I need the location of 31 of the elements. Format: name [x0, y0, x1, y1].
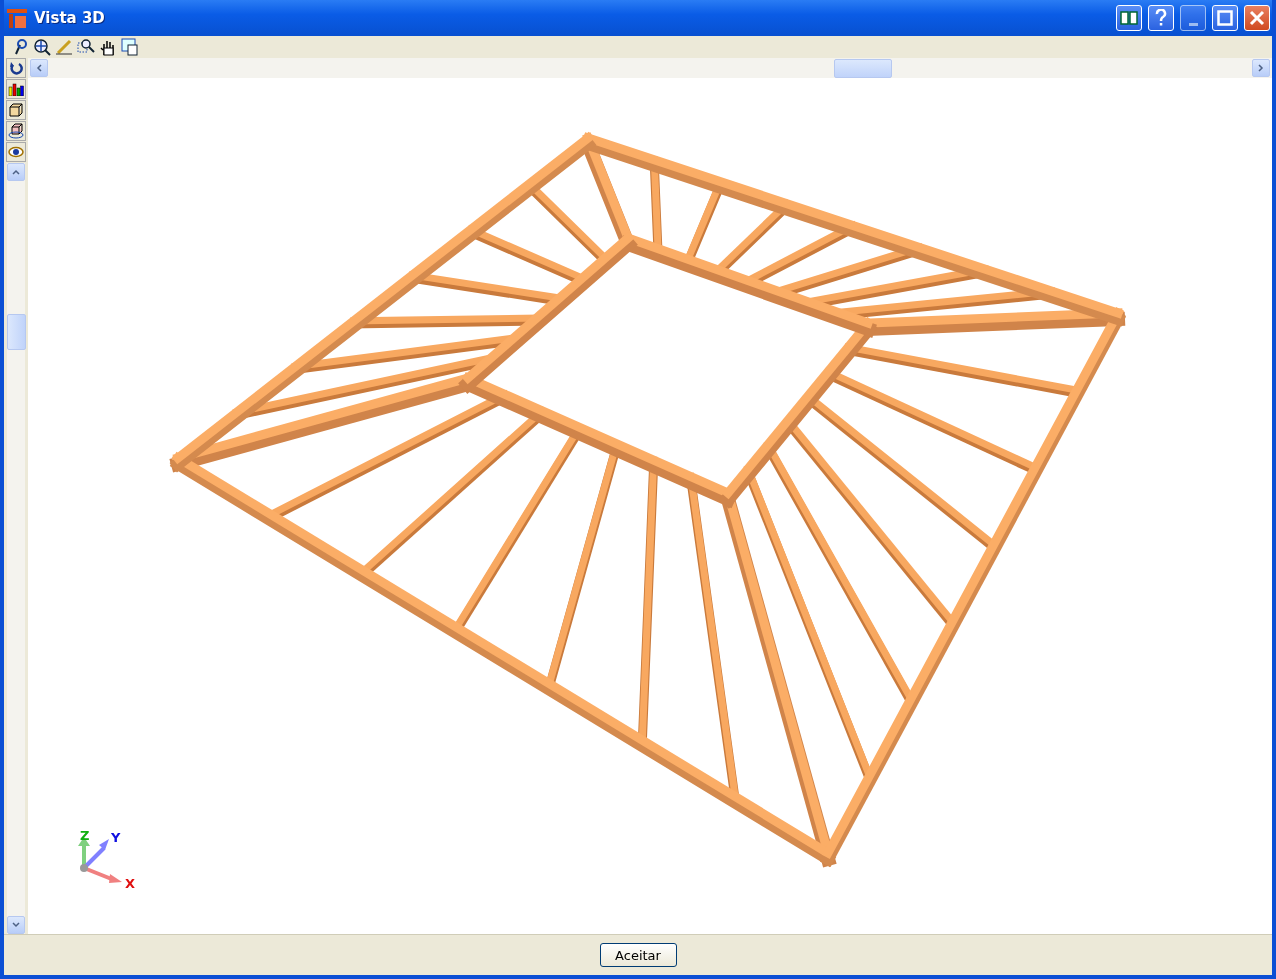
- cube-icon[interactable]: [6, 100, 26, 120]
- maximize-button[interactable]: [1212, 5, 1238, 31]
- book-icon: [1120, 10, 1138, 26]
- chevron-right-icon: [1258, 64, 1264, 72]
- maximize-icon: [1217, 10, 1233, 26]
- scroll-thumb[interactable]: [6, 314, 26, 350]
- z-axis-label: Z: [80, 830, 90, 843]
- minimize-icon: [1188, 22, 1198, 26]
- x-axis-label: X: [125, 876, 136, 891]
- bar-chart-icon[interactable]: [6, 79, 26, 99]
- scroll-thumb[interactable]: [834, 59, 892, 78]
- close-icon: [1249, 10, 1265, 26]
- 3d-viewport[interactable]: Z Y X: [28, 78, 1272, 934]
- chevron-down-icon: [12, 922, 20, 928]
- manual-button[interactable]: [1116, 5, 1142, 31]
- undo-icon[interactable]: [6, 58, 26, 78]
- zoom-extents-icon[interactable]: [32, 37, 52, 57]
- rotating-cube-icon[interactable]: [6, 121, 26, 141]
- minimize-button[interactable]: [1180, 5, 1206, 31]
- vertical-scrollbar[interactable]: [7, 163, 25, 934]
- question-mark-icon: [1155, 9, 1167, 27]
- close-button[interactable]: [1244, 5, 1270, 31]
- accept-button[interactable]: Aceitar: [599, 943, 677, 967]
- app-icon: [6, 7, 28, 29]
- y-axis-label: Y: [111, 830, 121, 845]
- horizontal-scrollbar[interactable]: [28, 58, 1272, 78]
- window-title: Vista 3D: [34, 9, 106, 27]
- chevron-up-icon: [12, 169, 20, 175]
- help-button[interactable]: [1148, 5, 1174, 31]
- eye-icon[interactable]: [6, 142, 26, 162]
- chevron-left-icon: [36, 64, 42, 72]
